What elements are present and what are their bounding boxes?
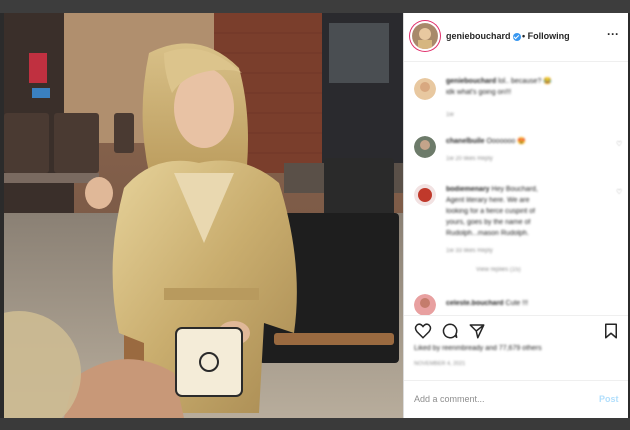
comment-meta: 1w	[446, 112, 454, 118]
comment-text-line-4: yours, goes by the name of	[446, 219, 531, 226]
post-comment-button[interactable]: Post	[599, 394, 619, 404]
comment-avatar[interactable]	[414, 136, 436, 158]
heart-icon[interactable]	[414, 322, 432, 340]
comment-body: Cute !!!	[505, 300, 529, 307]
add-comment-input[interactable]: Add a comment...	[414, 394, 485, 404]
comment-username[interactable]: bodiemenary	[446, 186, 490, 193]
window-top-bar	[0, 0, 630, 13]
window-bottom-bar	[0, 418, 630, 430]
comment-icon[interactable]	[441, 322, 459, 340]
comment-body: Hey Bouchard,	[491, 186, 538, 193]
comment-text: bodiemenary Hey Bouchard,	[446, 184, 538, 195]
post-photo-image	[4, 13, 403, 418]
follow-status-label[interactable]: Following	[528, 31, 570, 41]
separator-dot: •	[522, 31, 526, 41]
comment-avatar[interactable]	[414, 294, 436, 316]
comment-text: celeste.bouchard Cute !!!	[446, 298, 528, 309]
comment-meta: 1w 33 likes Reply	[446, 248, 493, 254]
comment-username[interactable]: celeste.bouchard	[446, 300, 504, 307]
comment-like-heart-icon[interactable]: ♡	[616, 188, 622, 196]
comment-avatar[interactable]	[414, 78, 436, 100]
share-icon[interactable]	[468, 322, 486, 340]
verified-badge-icon	[512, 32, 521, 41]
comment-text-line-5: Rudolph...mason Rudolph.	[446, 230, 529, 237]
post-photo[interactable]	[4, 13, 403, 418]
author-username[interactable]: geniebouchard	[446, 31, 521, 41]
likes-summary[interactable]: Liked by reenmbready and 77,679 others	[414, 345, 542, 352]
more-options-icon[interactable]: ···	[607, 27, 619, 41]
comment-username[interactable]: chanelbuile	[446, 138, 485, 145]
add-comment-bar: Add a comment... Post	[404, 380, 629, 419]
comment-text: geniebouchard lol.. because? 😂	[446, 76, 552, 87]
comment-avatar[interactable]	[414, 184, 436, 206]
post-date[interactable]: NOVEMBER 4, 2021	[414, 361, 465, 367]
comment-text-line-2: idk what's going on!!!	[446, 89, 512, 96]
comment-text-line-2: Agent literary here. We are	[446, 197, 530, 204]
bookmark-icon[interactable]	[602, 322, 620, 340]
view-replies-link[interactable]: View replies (15)	[476, 267, 521, 273]
author-avatar[interactable]	[412, 23, 438, 49]
author-username-text[interactable]: geniebouchard	[446, 31, 511, 41]
comment-like-heart-icon[interactable]: ♡	[616, 140, 622, 148]
post-header: geniebouchard • Following ···	[404, 13, 629, 62]
post-action-bar	[404, 315, 629, 346]
comment-text: chanelbuile Ooooooo 😍	[446, 136, 526, 147]
comment-text-line-3: looking for a fierce cuspirit of	[446, 208, 536, 215]
comment-meta: 1w 20 likes Reply	[446, 156, 493, 162]
following-button[interactable]: • Following	[522, 31, 570, 41]
post-side-panel: geniebouchard • Following ··· geniebouch…	[403, 13, 629, 418]
comment-username[interactable]: geniebouchard	[446, 78, 496, 85]
comment-body: lol.. because? 😂	[498, 78, 552, 85]
comments-list: geniebouchard lol.. because? 😂 idk what'…	[404, 62, 629, 317]
comment-body: Ooooooo 😍	[486, 138, 526, 145]
